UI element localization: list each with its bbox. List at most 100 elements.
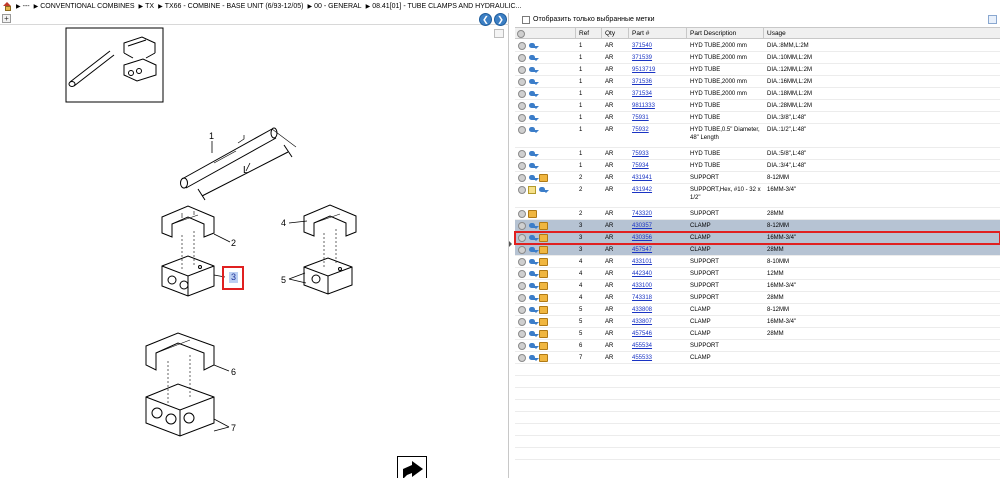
home-icon[interactable] [3,2,12,11]
table-row[interactable]: 2 AR 743320 SUPPORT 28MM [515,208,1000,220]
part-number-link[interactable]: 431942 [629,184,687,207]
part-number-link[interactable]: 371539 [629,52,687,63]
navigate-icon[interactable] [528,90,539,98]
panel-options-icon[interactable] [988,15,997,24]
gear-icon[interactable] [518,354,526,362]
package-icon[interactable] [539,174,548,182]
gear-icon[interactable] [518,126,526,134]
table-row[interactable]: 1 AR 371534HYD TUBE,2000 mm Length DIA.:18M… [515,88,1000,100]
package-icon[interactable] [539,342,548,350]
table-row[interactable]: 1 AR 75933 HYD TUBE DIA.:5/8",L:48" [515,148,1000,160]
part-number-link[interactable]: 371536 [629,76,687,87]
package-icon[interactable] [539,318,548,326]
navigate-icon[interactable] [528,174,539,182]
part-number-link[interactable]: 433100 [629,280,687,291]
navigate-icon[interactable] [528,342,539,350]
gear-icon[interactable] [518,342,526,350]
breadcrumb-item[interactable]: 08.41[01] - TUBE CLAMPS AND HYDRAULIC... [372,3,521,10]
gear-icon[interactable] [518,210,526,218]
part-number-link[interactable]: 433808 [629,304,687,315]
package-icon[interactable] [539,234,548,242]
navigate-icon[interactable] [528,42,539,50]
part-number-link[interactable]: 75933 [629,148,687,159]
part-number-link[interactable]: 430357 [629,220,687,231]
breadcrumb-item[interactable]: --- [23,3,30,10]
package-icon[interactable] [539,330,548,338]
package-icon[interactable] [539,246,548,254]
part-number-link[interactable]: 455534 [629,340,687,351]
breadcrumb-item[interactable]: TX66 - COMBINE - BASE UNIT (6/93-12/05) [165,3,304,10]
table-row[interactable]: 7 AR 455533 CLAMP [515,352,1000,364]
navigate-icon[interactable] [528,306,539,314]
navigate-icon[interactable] [528,246,539,254]
part-number-link[interactable]: 433101 [629,256,687,267]
table-row[interactable]: 4 AR 743318 SUPPORT 28MM [515,292,1000,304]
header-description[interactable]: Part Description [687,28,764,39]
navigate-icon[interactable] [528,330,539,338]
header-qty[interactable]: Qty [602,28,629,39]
gear-icon[interactable] [518,234,526,242]
gear-icon[interactable] [518,282,526,290]
part-number-link[interactable]: 371534 [629,88,687,99]
package-icon[interactable] [539,294,548,302]
header-usage[interactable]: Usage [764,28,1000,39]
table-row[interactable]: 4 AR 442340 SUPPORT 12MM [515,268,1000,280]
gear-icon[interactable] [518,318,526,326]
navigate-icon[interactable] [528,114,539,122]
column-settings-icon[interactable] [517,30,525,38]
navigate-icon[interactable] [528,102,539,110]
table-row[interactable]: 6 AR 455534 SUPPORT [515,340,1000,352]
part-number-link[interactable]: 455533 [629,352,687,363]
table-row[interactable]: 1 AR 9811333 HYD TUBE DIA.:28MM,L:2M [515,100,1000,112]
table-row[interactable]: 5 AR 433807 CLAMP 16MM-3/4" [515,316,1000,328]
navigate-icon[interactable] [528,258,539,266]
navigate-icon[interactable] [528,270,539,278]
breadcrumb-item[interactable]: 00 - GENERAL [314,3,361,10]
navigate-icon[interactable] [528,354,539,362]
part-number-link[interactable]: 457547 [629,244,687,255]
gear-icon[interactable] [518,174,526,182]
show-selected-checkbox[interactable] [522,15,530,24]
goto-page-button[interactable] [397,456,427,478]
part-number-link[interactable]: 9811333 [629,100,687,111]
callout-3-button[interactable]: 3 [229,272,238,283]
gear-icon[interactable] [518,150,526,158]
table-row[interactable]: 1 AR 371536HYD TUBE,2000 mm Length DIA.:16M… [515,76,1000,88]
navigate-icon[interactable] [528,282,539,290]
breadcrumb-item[interactable]: TX [145,3,154,10]
package-icon[interactable] [539,282,548,290]
breadcrumb-item[interactable]: CONVENTIONAL COMBINES [40,3,134,10]
gear-icon[interactable] [518,102,526,110]
package-icon[interactable] [539,270,548,278]
gear-icon[interactable] [518,222,526,230]
part-number-link[interactable]: 457546 [629,328,687,339]
package-icon[interactable] [539,354,548,362]
part-number-link[interactable]: 75932 [629,124,687,147]
navigate-icon[interactable] [528,234,539,242]
table-row[interactable]: 1 AR 9513719 HYD TUBE DIA.:12MM,L:2M [515,64,1000,76]
package-icon[interactable] [539,222,548,230]
navigate-icon[interactable] [528,54,539,62]
gear-icon[interactable] [518,54,526,62]
package-icon[interactable] [528,210,537,218]
navigate-icon[interactable] [528,78,539,86]
table-row[interactable]: 3 AR 430357 CLAMP 8-12MM [515,220,1000,232]
table-row[interactable]: 2 AR 431941 SUPPORT 8-12MM [515,172,1000,184]
gear-icon[interactable] [518,246,526,254]
table-row[interactable]: 1 AR 371540HYD TUBE,2000 mm Length DIA.:8MM… [515,40,1000,52]
table-row[interactable]: 5 AR 457546 CLAMP 28MM [515,328,1000,340]
header-ref[interactable]: Ref [576,28,602,39]
navigate-icon[interactable] [528,318,539,326]
table-row[interactable]: 1 AR 371539HYD TUBE,2000 mm Length DIA.:10M… [515,52,1000,64]
part-number-link[interactable]: 743318 [629,292,687,303]
table-row[interactable]: 4 AR 433101 SUPPORT 8-10MM [515,256,1000,268]
table-row[interactable]: 3 AR 430356 CLAMP 16MM-3/4" [514,231,1000,245]
package-icon[interactable] [539,258,548,266]
table-row[interactable]: 4 AR 433100 SUPPORT 16MM-3/4" [515,280,1000,292]
table-row[interactable]: 1 AR 75934 HYD TUBE DIA.:3/4",L:48" [515,160,1000,172]
header-part-number[interactable]: Part # [629,28,687,39]
gear-icon[interactable] [518,294,526,302]
navigate-icon[interactable] [528,66,539,74]
part-number-link[interactable]: 743320 [629,208,687,219]
part-number-link[interactable]: 430356 [629,232,687,243]
